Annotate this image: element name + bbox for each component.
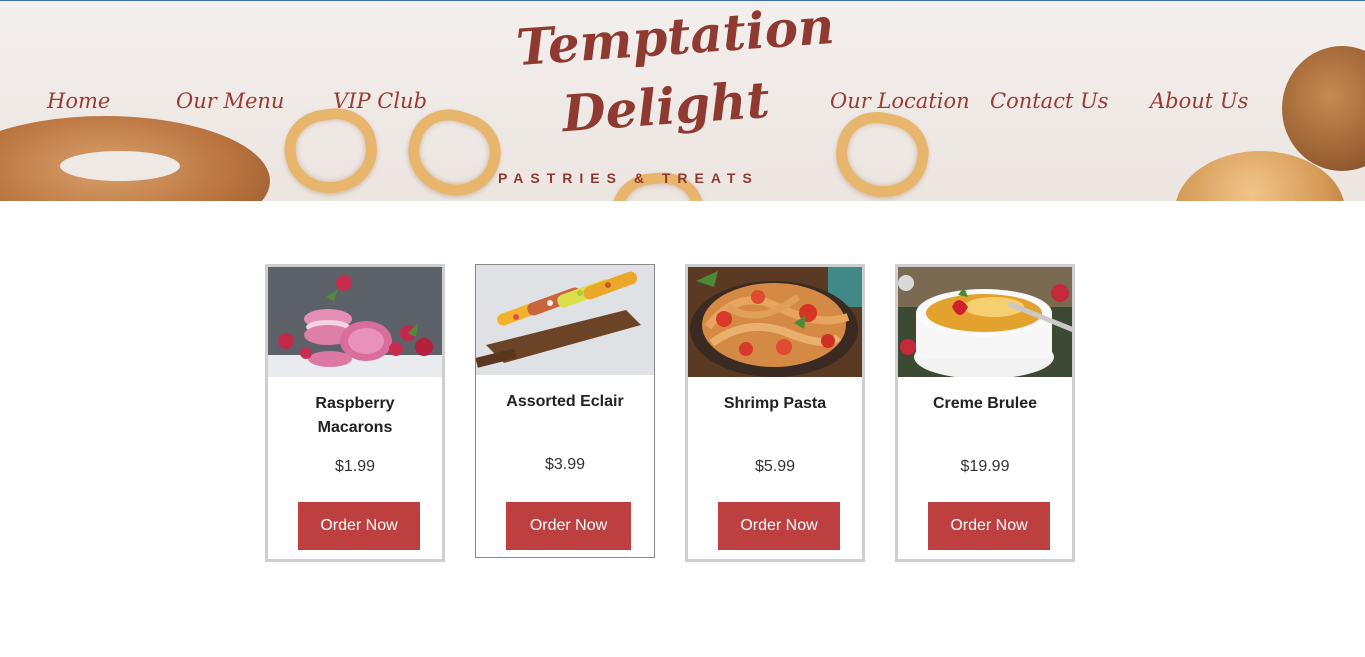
logo-title-line1: Temptation	[514, 1, 837, 78]
eclair-image	[476, 265, 654, 375]
order-now-button[interactable]: Order Now	[928, 502, 1050, 550]
macarons-image	[268, 267, 442, 377]
bread-decoration	[1282, 46, 1365, 171]
bagel-hole-decoration	[60, 151, 180, 181]
product-price: $19.99	[960, 458, 1010, 475]
nav-home[interactable]: Home	[47, 89, 110, 113]
product-price: $5.99	[754, 458, 796, 475]
nav-our-menu[interactable]: Our Menu	[176, 89, 284, 113]
site-header: Home Our Menu VIP Club Temptation Deligh…	[0, 1, 1365, 201]
product-card: Raspberry Macarons $1.99 Order Now	[265, 264, 445, 562]
nav-contact-us[interactable]: Contact Us	[990, 89, 1109, 113]
product-card: Assorted Eclair $3.99 Order Now	[475, 264, 655, 558]
creme-brulee-image	[898, 267, 1072, 377]
product-price: $1.99	[334, 458, 376, 475]
product-name: Shrimp Pasta	[723, 395, 827, 412]
product-price: $3.99	[544, 456, 586, 473]
logo-title-line2: Delight	[560, 69, 772, 144]
product-card: Creme Brulee $19.99 Order Now	[895, 264, 1075, 562]
pretzel-decoration	[828, 104, 936, 201]
pretzel-decoration	[279, 103, 383, 199]
pasta-image	[688, 267, 862, 377]
product-name: Assorted Eclair	[506, 393, 624, 410]
product-grid: Raspberry Macarons $1.99 Order Now Assor…	[265, 264, 1085, 564]
brand-logo[interactable]: Temptation Delight PASTRIES & TREATS	[490, 1, 836, 201]
product-name: Creme Brulee	[932, 395, 1038, 412]
nav-our-location[interactable]: Our Location	[830, 89, 970, 113]
logo-tagline: PASTRIES & TREATS	[498, 170, 759, 186]
nav-vip-club[interactable]: VIP Club	[333, 89, 427, 113]
order-now-button[interactable]: Order Now	[298, 502, 420, 550]
order-now-button[interactable]: Order Now	[506, 502, 631, 550]
product-name: Raspberry Macarons	[315, 395, 395, 436]
nav-about-us[interactable]: About Us	[1150, 89, 1248, 113]
order-now-button[interactable]: Order Now	[718, 502, 840, 550]
product-card: Shrimp Pasta $5.99 Order Now	[685, 264, 865, 562]
